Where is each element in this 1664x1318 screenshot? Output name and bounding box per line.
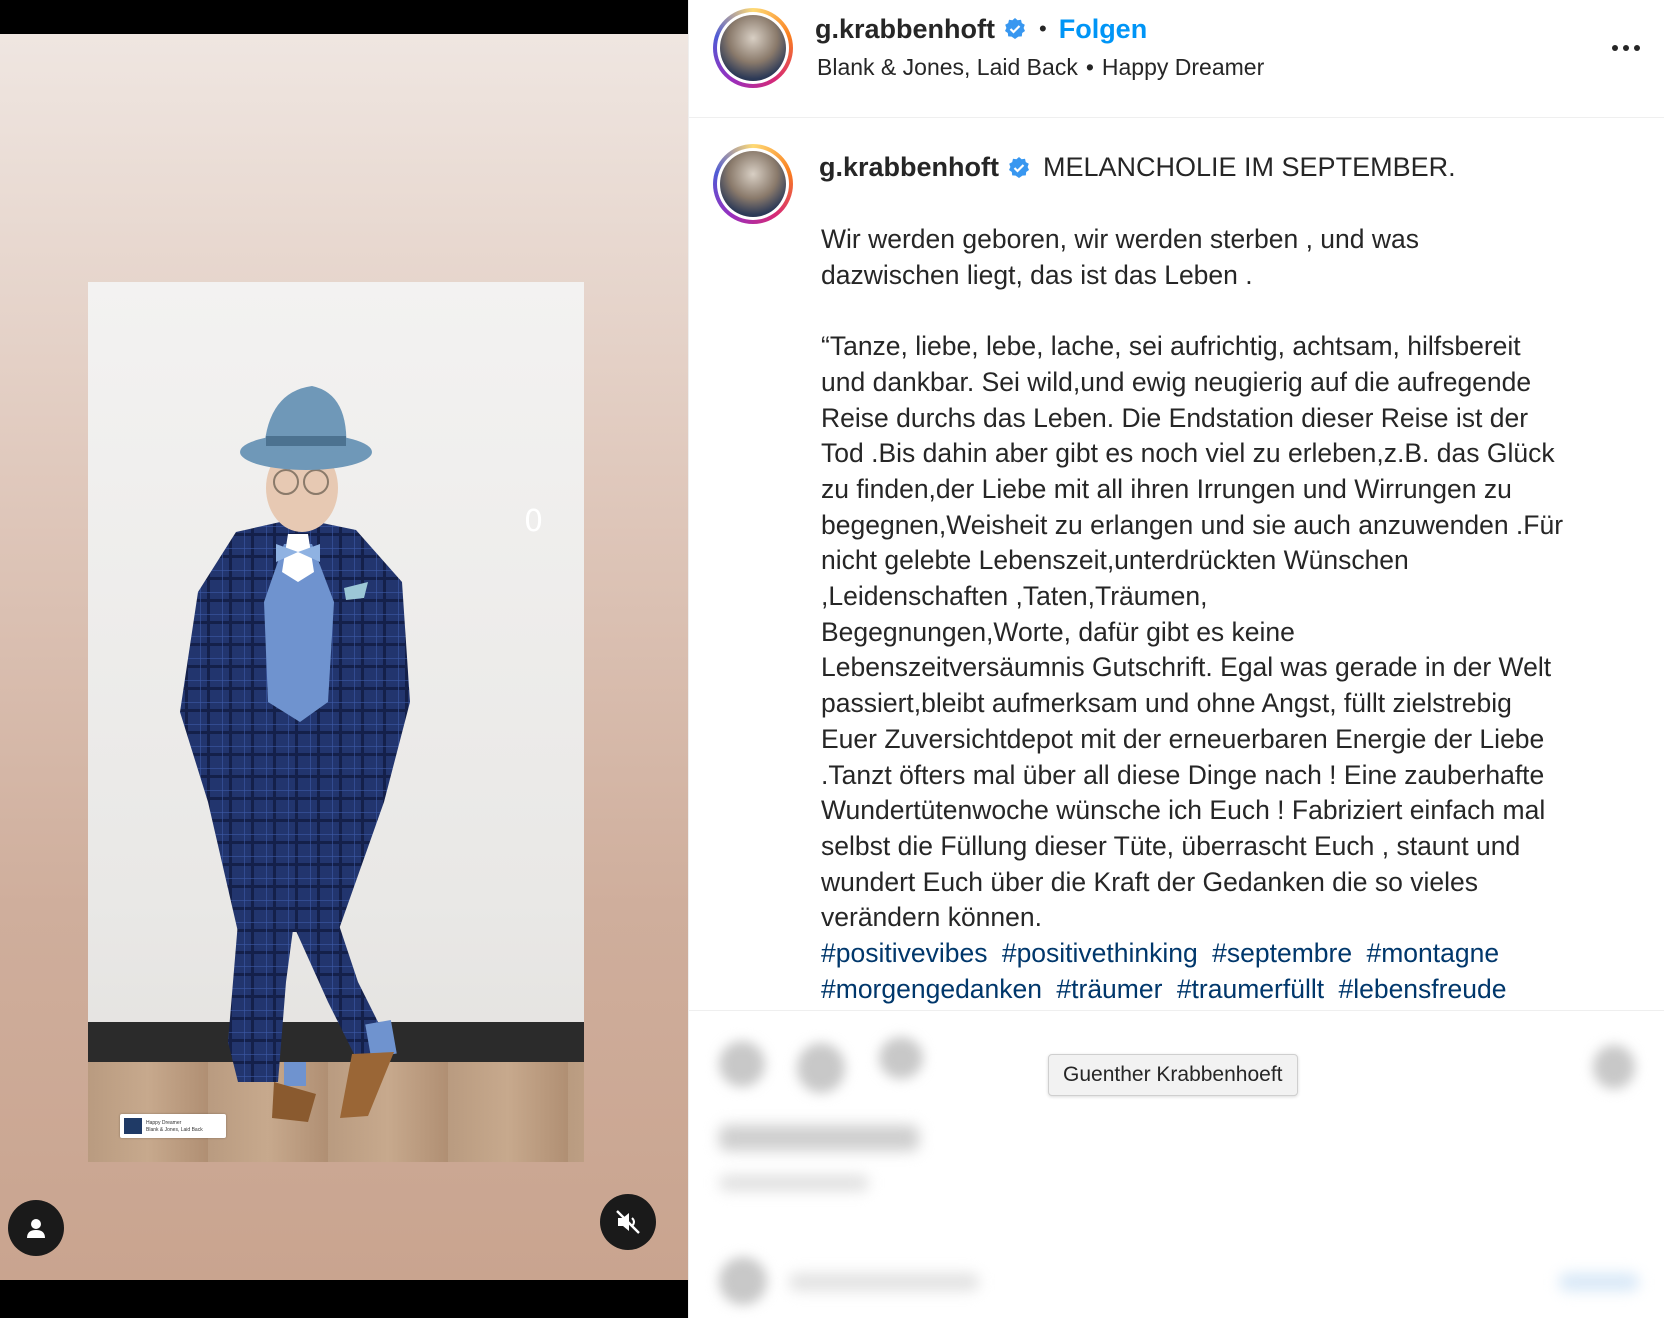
audio-attribution: Blank & Jones, Laid Back • Happy Dreamer	[817, 54, 1264, 81]
user-tag-button[interactable]	[8, 1200, 64, 1256]
volume-muted-icon	[616, 1210, 640, 1234]
user-tag-icon	[27, 1219, 45, 1238]
hashtag-link[interactable]: #septembre	[1212, 938, 1352, 968]
video-player[interactable]: Happy Dreamer Blank & Jones, Laid Back 0	[0, 34, 688, 1280]
post-side-panel: g.krabbenhoft • Folgen Blank & Jones, La…	[688, 0, 1664, 1318]
follow-button[interactable]: Folgen	[1059, 14, 1148, 45]
verified-badge-icon	[1009, 156, 1029, 178]
post-header: g.krabbenhoft • Folgen Blank & Jones, La…	[689, 0, 1664, 118]
audio-artist-link[interactable]: Blank & Jones, Laid Back	[817, 54, 1078, 81]
post-date	[719, 1175, 869, 1191]
hashtag-link[interactable]: #montagne	[1366, 938, 1499, 968]
hashtag-link[interactable]: #morgengedanken	[821, 974, 1042, 1004]
hashtag-list: #positivevibes #positivethinking #septem…	[821, 936, 1641, 1007]
mute-toggle-button[interactable]	[600, 1194, 656, 1250]
hashtag-link[interactable]: #positivevibes	[821, 938, 987, 968]
audio-separator: •	[1085, 54, 1094, 80]
avatar-image	[720, 151, 786, 217]
caption-header: g.krabbenhoft MELANCHOLIE IM SEPTEMBER.	[819, 152, 1456, 183]
caption-title: MELANCHOLIE IM SEPTEMBER.	[1043, 152, 1456, 182]
caption-username-link[interactable]: g.krabbenhoft	[819, 152, 999, 183]
hashtag-link[interactable]: #träumer	[1056, 974, 1162, 1004]
header-username-row: g.krabbenhoft • Folgen	[815, 12, 1147, 46]
share-icon[interactable]	[879, 1037, 923, 1079]
verified-badge-icon	[1005, 18, 1025, 39]
bookmark-icon[interactable]	[1593, 1045, 1635, 1089]
comment-icon[interactable]	[797, 1043, 845, 1093]
like-icon[interactable]	[719, 1041, 765, 1087]
avatar-image	[720, 15, 786, 81]
music-sticker-artist: Blank & Jones, Laid Back	[146, 1126, 203, 1133]
music-sticker-title: Happy Dreamer	[146, 1119, 182, 1126]
more-options-icon	[1612, 45, 1640, 51]
caption-avatar[interactable]	[713, 144, 793, 224]
media-panel[interactable]: Happy Dreamer Blank & Jones, Laid Back 0	[0, 0, 688, 1318]
caption-text: Wir werden geboren, wir werden sterben ,…	[821, 224, 1564, 933]
separator-dot: •	[1039, 16, 1047, 41]
frame-overlay-mark: 0	[524, 504, 544, 539]
audio-title-link[interactable]: Happy Dreamer	[1102, 54, 1264, 81]
username-tooltip: Guenther Krabbenhoeft	[1048, 1054, 1298, 1096]
header-username-link[interactable]: g.krabbenhoft	[815, 14, 995, 45]
man-in-plaid-suit-image	[180, 386, 410, 1122]
likes-count	[719, 1125, 919, 1151]
hashtag-link[interactable]: #positivethinking	[1002, 938, 1198, 968]
profile-avatar[interactable]	[713, 8, 793, 88]
post-comment-button[interactable]	[1559, 1273, 1639, 1291]
photo-frame: Happy Dreamer Blank & Jones, Laid Back	[88, 282, 584, 1162]
hashtag-link[interactable]: #traumerfüllt	[1177, 974, 1324, 1004]
album-art-thumbnail	[124, 1118, 142, 1134]
comment-input[interactable]	[789, 1273, 979, 1291]
more-options-button[interactable]	[1603, 30, 1649, 66]
music-sticker[interactable]: Happy Dreamer Blank & Jones, Laid Back	[120, 1114, 226, 1138]
hashtag-link[interactable]: #lebensfreude	[1338, 974, 1506, 1004]
commenter-avatar-icon	[719, 1257, 767, 1305]
